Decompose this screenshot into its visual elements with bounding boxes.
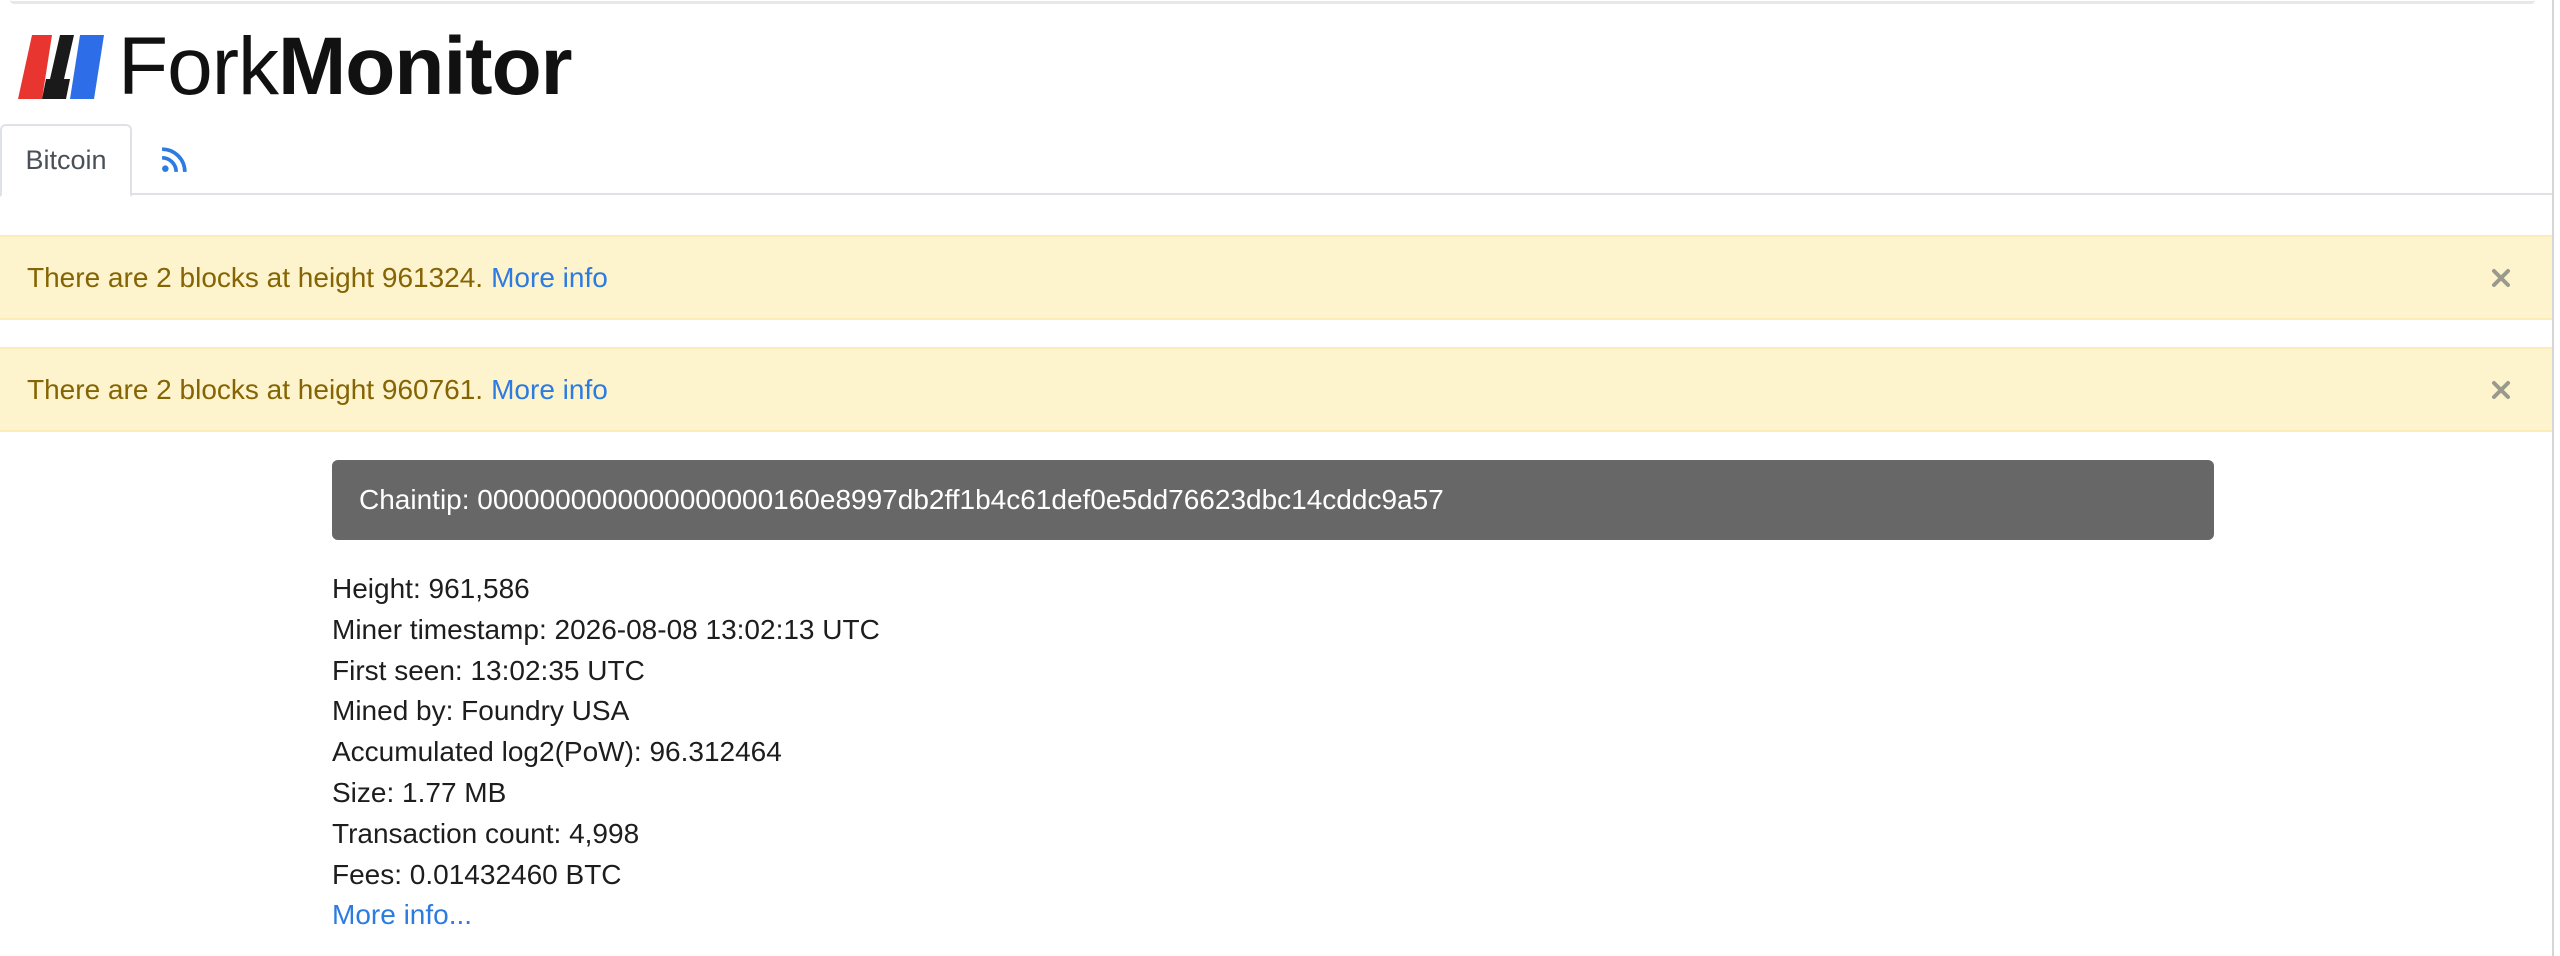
- fork-alert: There are 2 blocks at height 961324. Mor…: [0, 235, 2552, 320]
- chaintip-header: Chaintip: 0000000000000000000160e8997db2…: [332, 460, 2214, 540]
- tab-bitcoin[interactable]: Bitcoin: [0, 124, 132, 197]
- block-size: Size: 1.77 MB: [332, 776, 507, 808]
- alert-more-info-link[interactable]: More info: [491, 262, 608, 294]
- browser-top-edge: [10, 0, 2535, 4]
- block-fees: Fees: 0.01432460 BTC: [332, 858, 622, 890]
- block-mined-by: Mined by: Foundry USA: [332, 695, 630, 727]
- block-miner-timestamp: Miner timestamp: 2026-08-08 13:02:13 UTC: [332, 613, 880, 645]
- block-first-seen: First seen: 13:02:35 UTC: [332, 654, 645, 686]
- close-icon[interactable]: [2486, 375, 2516, 405]
- brand-name-bold: Monitor: [278, 21, 573, 112]
- forkmonitor-logo[interactable]: ForkMonitor: [18, 26, 573, 108]
- brand-name: ForkMonitor: [118, 26, 573, 108]
- close-icon[interactable]: [2486, 263, 2516, 293]
- block-height: Height: 961,586: [332, 573, 530, 604]
- alert-more-info-link[interactable]: More info: [491, 374, 608, 406]
- page: ForkMonitor Bitcoin There are 2 blocks a…: [0, 0, 2560, 956]
- block-more-info-link[interactable]: More info...: [332, 895, 880, 936]
- alert-text: There are 2 blocks at height 961324.: [27, 261, 484, 293]
- fork-alert: There are 2 blocks at height 960761. Mor…: [0, 347, 2552, 432]
- forkmonitor-logo-icon: [18, 35, 104, 99]
- block-info: Height: 961,586 Miner timestamp: 2026-08…: [332, 569, 880, 936]
- alert-text: There are 2 blocks at height 960761.: [27, 373, 484, 405]
- window-right-edge: [2552, 0, 2560, 956]
- block-transaction-count: Transaction count: 4,998: [332, 817, 640, 849]
- rss-icon: [161, 146, 187, 172]
- block-accumulated-pow: Accumulated log2(PoW): 96.312464: [332, 736, 782, 768]
- brand-name-light: Fork: [118, 21, 279, 112]
- network-tabs: Bitcoin: [0, 124, 2552, 197]
- tab-rss-feed[interactable]: [152, 124, 196, 195]
